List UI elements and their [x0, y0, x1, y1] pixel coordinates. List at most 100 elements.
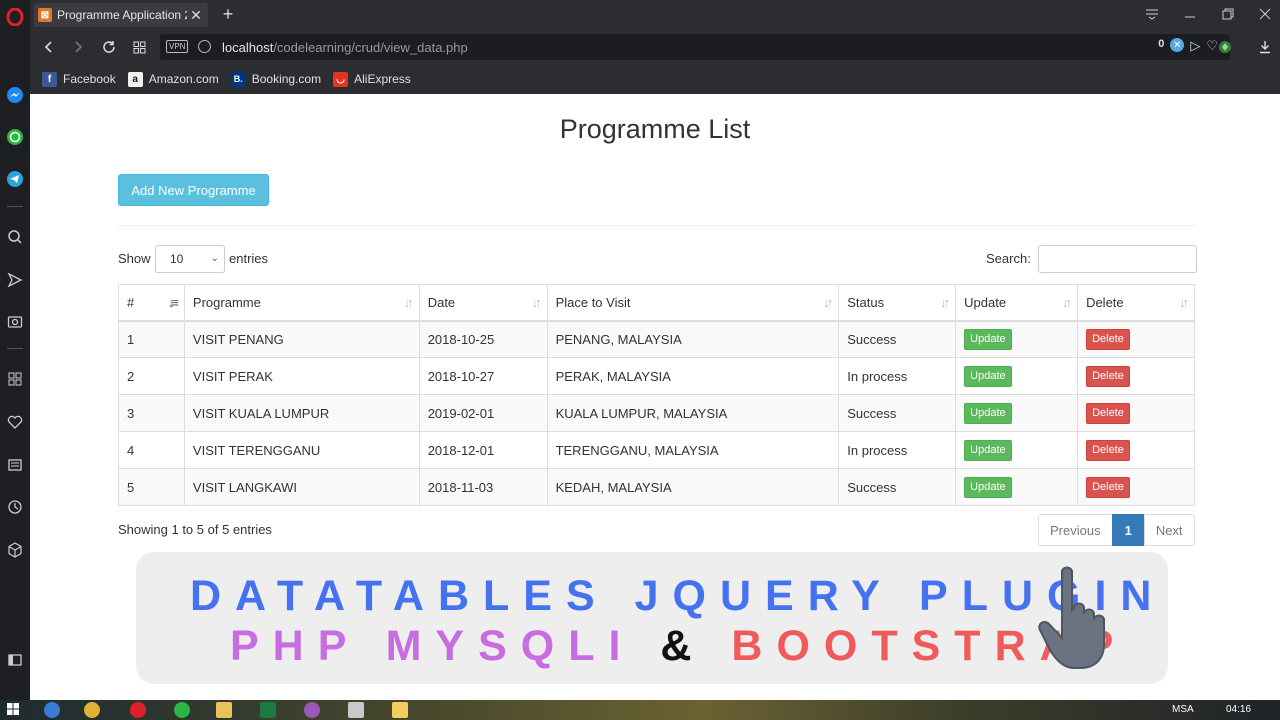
back-icon[interactable] — [38, 37, 60, 57]
send-icon[interactable] — [0, 265, 30, 295]
delete-button[interactable]: Delete — [1086, 439, 1130, 461]
delete-button[interactable]: Delete — [1086, 365, 1130, 387]
sort-icon: ↓↑ — [823, 295, 833, 310]
update-button[interactable]: Update — [964, 476, 1012, 498]
previous-button[interactable]: Previous — [1038, 514, 1113, 546]
column-label: Programme — [192, 294, 261, 310]
url-text[interactable]: localhost/codelearning/crud/view_data.ph… — [222, 40, 468, 55]
snapshot-send-icon[interactable]: ▷ — [1190, 38, 1200, 54]
column-header-update[interactable]: Update ↓↑ — [955, 284, 1079, 322]
delete-button[interactable]: Delete — [1086, 328, 1130, 350]
column-header-place[interactable]: Place to Visit ↓↑ — [546, 284, 840, 322]
tabs-grid-icon[interactable] — [128, 37, 150, 57]
page-button-1[interactable]: 1 — [1111, 514, 1145, 546]
camera-icon[interactable] — [0, 306, 30, 336]
cell-place: PENANG, MALAYSIA — [546, 320, 840, 358]
next-button[interactable]: Next — [1143, 514, 1195, 546]
column-label: Update — [964, 294, 1007, 310]
cell-date: 2018-12-01 — [418, 431, 548, 469]
close-tab-icon[interactable]: ✕ — [188, 7, 204, 23]
whatsapp-taskbar-icon[interactable] — [174, 702, 190, 718]
update-button[interactable]: Update — [964, 328, 1012, 350]
close-window-icon[interactable] — [1250, 4, 1280, 24]
pointing-hand-icon — [1038, 566, 1105, 669]
column-header-programme[interactable]: Programme ↓↑ — [183, 284, 420, 322]
opera-taskbar-icon[interactable] — [130, 702, 146, 718]
cell-update: Update — [955, 320, 1079, 358]
telegram-icon[interactable] — [0, 164, 30, 194]
language-indicator[interactable]: MSA — [1172, 704, 1194, 715]
news-icon[interactable] — [0, 450, 30, 480]
download-icon[interactable] — [1254, 37, 1276, 57]
cell-update: Update — [955, 394, 1079, 432]
extension-icon[interactable] — [1214, 37, 1236, 57]
restore-icon[interactable] — [1213, 4, 1243, 24]
app-icon[interactable] — [304, 702, 320, 718]
delete-button[interactable]: Delete — [1086, 476, 1130, 498]
search-input[interactable] — [1038, 245, 1197, 273]
minimize-icon[interactable] — [1175, 4, 1205, 24]
cell-status: In process — [838, 357, 957, 395]
heart-icon[interactable] — [0, 407, 30, 437]
bookmark-label: Amazon.com — [148, 72, 219, 86]
cell-delete: Delete — [1077, 468, 1195, 506]
browser-tab[interactable]: ⊠ Programme Application 2018 ✕ — [34, 3, 208, 27]
sort-asc-icon: ↓≡ — [167, 295, 179, 310]
amazon-icon: a — [127, 71, 143, 87]
vpn-badge[interactable]: VPN — [166, 40, 189, 53]
history-icon[interactable] — [0, 492, 30, 522]
reload-icon[interactable] — [98, 37, 120, 57]
sidebar-toggle-icon[interactable] — [0, 645, 30, 675]
pagination: Previous 1 Next — [1038, 514, 1195, 546]
column-header-date[interactable]: Date ↓↑ — [418, 284, 548, 322]
tab-menu-icon[interactable] — [1137, 4, 1167, 24]
new-tab-button[interactable]: + — [218, 4, 238, 24]
forward-icon[interactable] — [67, 37, 89, 57]
table-header-row: # ↓≡ Programme ↓↑ Date ↓↑ Place to Visit ↓↑ … — [118, 284, 1195, 322]
column-header-no[interactable]: # ↓≡ — [118, 284, 185, 322]
banner-ampersand: & — [660, 622, 706, 670]
firefox-icon[interactable] — [44, 702, 60, 718]
aliexpress-icon: ◡ — [333, 71, 349, 87]
windows-start-icon[interactable] — [6, 702, 22, 718]
bookmark-amazon[interactable]: a Amazon.com — [127, 71, 219, 87]
column-header-status[interactable]: Status ↓↑ — [838, 284, 957, 322]
xampp-taskbar-icon[interactable] — [348, 702, 364, 718]
search-icon[interactable] — [0, 222, 30, 252]
update-button[interactable]: Update — [964, 439, 1012, 461]
cell-date: 2018-10-25 — [418, 320, 548, 358]
show-label: Show — [118, 251, 151, 266]
bookmark-label: AliExpress — [354, 72, 411, 86]
delete-button[interactable]: Delete — [1086, 402, 1130, 424]
url-field[interactable]: VPN localhost/codelearning/crud/view_dat… — [160, 34, 1230, 60]
adblock-count: 0 — [1158, 38, 1165, 50]
notepad-icon[interactable] — [392, 702, 408, 718]
opera-sidebar — [0, 0, 30, 700]
opera-logo-icon[interactable] — [0, 2, 30, 32]
bookmark-booking[interactable]: B. Booking.com — [230, 71, 321, 87]
whatsapp-icon[interactable] — [0, 122, 30, 152]
cell-place: KUALA LUMPUR, MALAYSIA — [546, 394, 840, 432]
bookmark-facebook[interactable]: f Facebook — [42, 71, 116, 87]
excel-icon[interactable] — [260, 702, 276, 718]
speed-dial-icon[interactable] — [0, 364, 30, 394]
add-new-programme-button[interactable]: Add New Programme — [118, 174, 269, 206]
page-title: Programme List — [559, 114, 751, 144]
messenger-icon[interactable] — [0, 80, 30, 110]
column-header-delete[interactable]: Delete ↓↑ — [1077, 284, 1195, 322]
page-length-select[interactable]: 10 ⌄ — [155, 245, 225, 273]
update-button[interactable]: Update — [964, 402, 1012, 424]
cell-update: Update — [955, 468, 1079, 506]
chrome-icon[interactable] — [84, 702, 100, 718]
extensions-cube-icon[interactable] — [0, 535, 30, 565]
cell-date: 2018-11-03 — [418, 468, 548, 506]
cell-delete: Delete — [1077, 320, 1195, 358]
file-explorer-icon[interactable] — [216, 702, 232, 718]
adblock-icon[interactable]: ✕ — [1170, 38, 1185, 52]
bookmark-aliexpress[interactable]: ◡ AliExpress — [333, 71, 411, 87]
chevron-down-icon: ⌄ — [210, 253, 219, 264]
cell-delete: Delete — [1077, 357, 1195, 395]
bookmarks-bar: f Facebook a Amazon.com B. Booking.com ◡… — [30, 64, 1280, 94]
update-button[interactable]: Update — [964, 365, 1012, 387]
clock[interactable]: 04:16 — [1226, 704, 1251, 715]
